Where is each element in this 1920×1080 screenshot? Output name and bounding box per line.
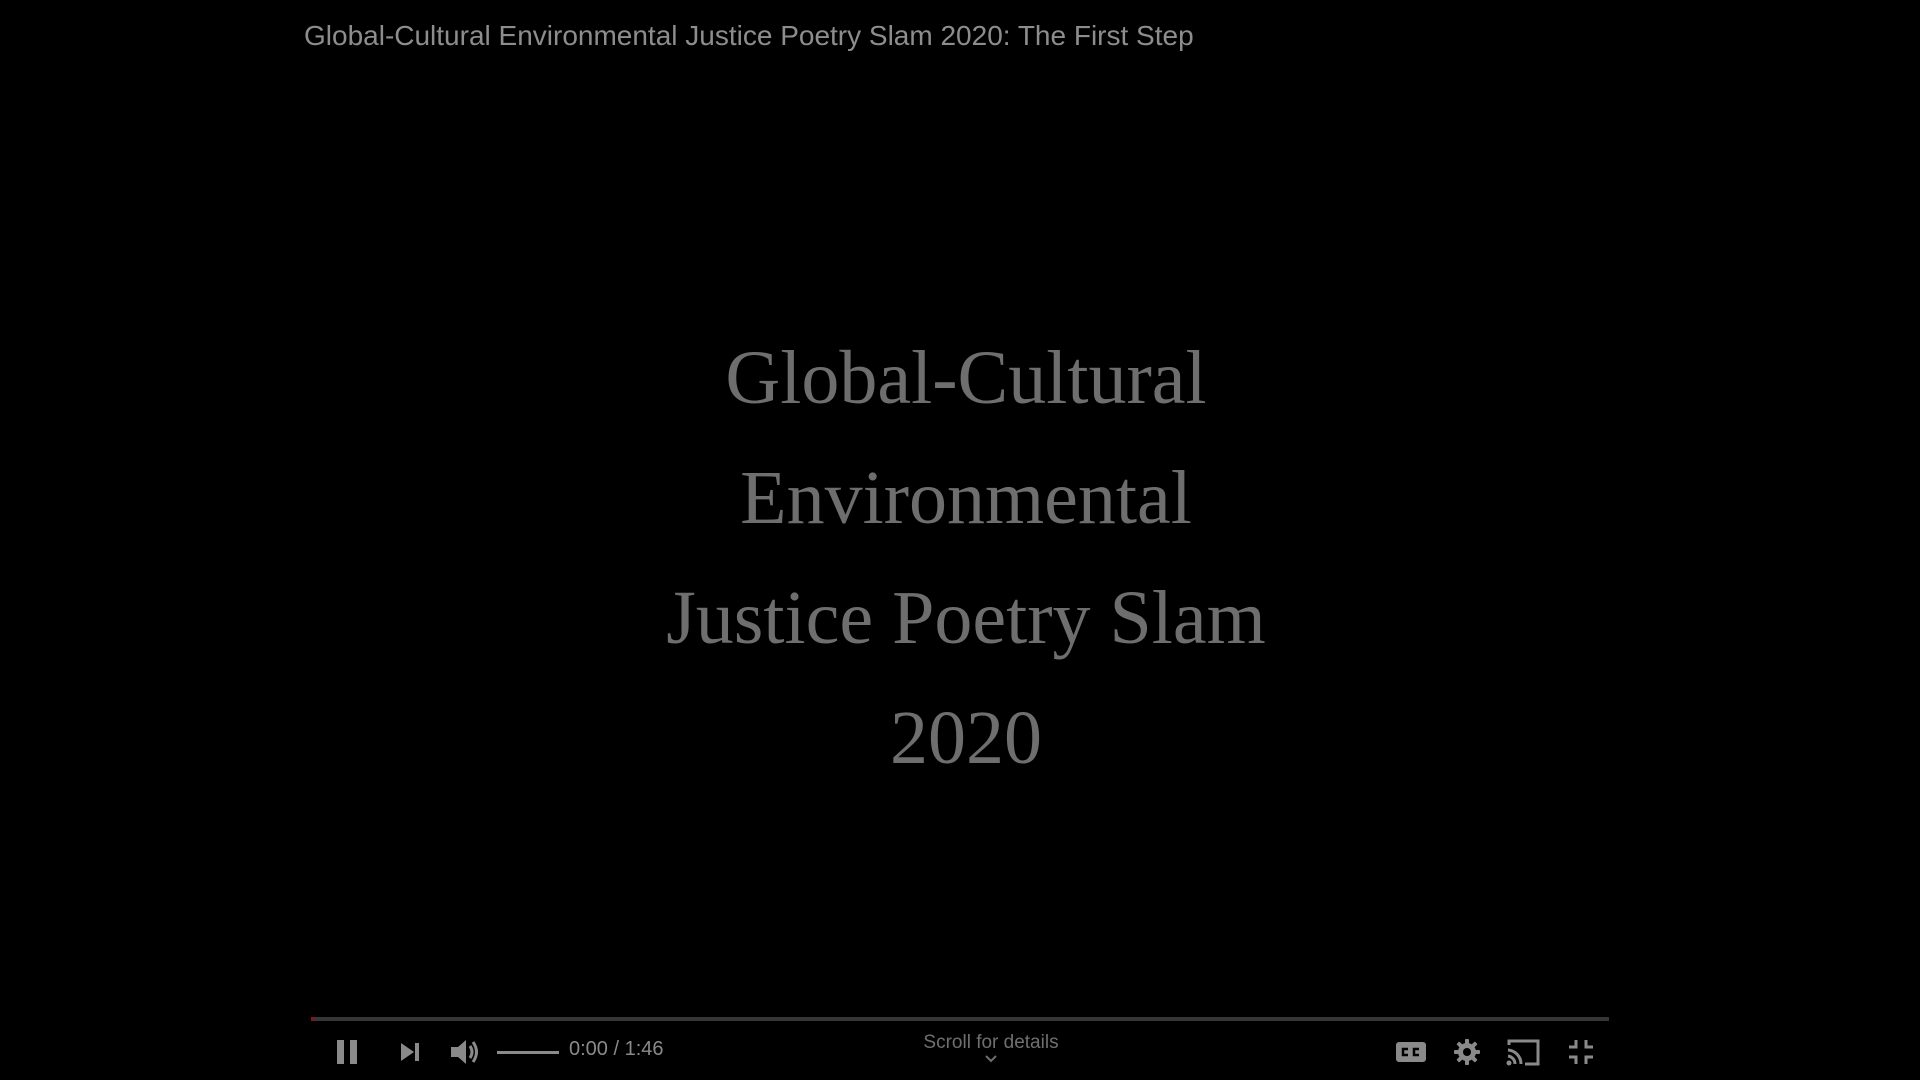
- pause-icon: [337, 1040, 357, 1064]
- video-title: Global-Cultural Environmental Justice Po…: [304, 20, 1194, 51]
- progress-played: [311, 1017, 315, 1021]
- slide-line-4: 2020: [890, 696, 1042, 780]
- cast-button[interactable]: [1503, 1032, 1543, 1072]
- captions-icon: [1396, 1042, 1426, 1062]
- settings-button[interactable]: [1447, 1032, 1487, 1072]
- player-controls: 0:00 / 1:46 Scroll for details: [311, 1022, 1609, 1080]
- time-display: 0:00 / 1:46: [569, 1038, 664, 1060]
- mute-button[interactable]: [445, 1032, 485, 1072]
- slide-line-3: Justice Poetry Slam: [666, 576, 1266, 660]
- gear-icon: [1454, 1039, 1480, 1065]
- slide-line-1: Global-Cultural: [725, 336, 1207, 420]
- captions-button[interactable]: [1391, 1032, 1431, 1072]
- next-button[interactable]: [390, 1032, 430, 1072]
- pause-button[interactable]: [327, 1032, 367, 1072]
- volume-icon: [451, 1040, 478, 1064]
- slide-line-2: Environmental: [740, 456, 1192, 540]
- slide-title-text: Global-Cultural Environmental Justice Po…: [0, 318, 1920, 798]
- cast-icon: [1506, 1039, 1540, 1066]
- volume-slider[interactable]: [497, 1048, 559, 1056]
- volume-level: [497, 1051, 559, 1054]
- scroll-for-details[interactable]: Scroll for details: [871, 1032, 1111, 1064]
- exit-fullscreen-button[interactable]: [1561, 1032, 1601, 1072]
- video-player[interactable]: Global-Cultural Environmental Justice Po…: [0, 0, 1920, 1080]
- exit-fullscreen-icon: [1569, 1040, 1593, 1064]
- scroll-hint-label: Scroll for details: [923, 1032, 1059, 1053]
- next-icon: [401, 1043, 419, 1061]
- progress-bar[interactable]: [311, 1017, 1609, 1021]
- chevron-down-icon: [985, 1055, 997, 1063]
